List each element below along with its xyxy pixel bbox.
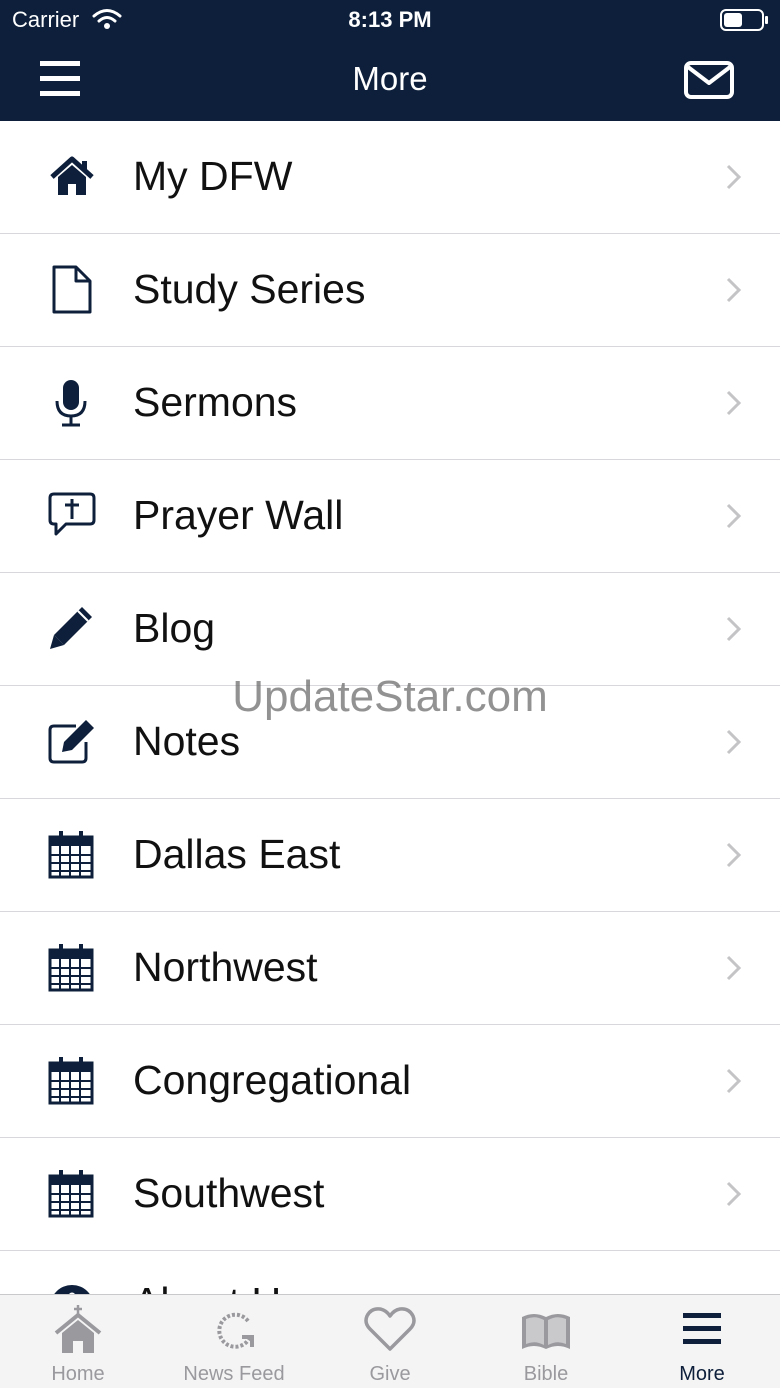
church-icon [48,1303,108,1355]
chevron-right-icon [724,1179,744,1209]
heart-icon [360,1303,420,1355]
calendar-icon [46,942,98,994]
menu-item-dallas-east[interactable]: Dallas East [0,799,780,912]
menu-item-label: My DFW [133,153,293,199]
tab-label: News Feed [183,1363,285,1385]
home-icon [46,151,98,203]
menu-item-notes[interactable]: Notes [0,686,780,799]
menu-item-my-dfw[interactable]: My DFW [0,121,780,234]
messages-button[interactable] [682,58,738,104]
chevron-right-icon [724,275,744,305]
status-bar: Carrier 8:13 PM [0,0,780,40]
tab-home[interactable]: Home [0,1295,156,1388]
envelope-icon [684,61,734,99]
tab-bar: Home News Feed Give Bible More [0,1294,780,1388]
menu-item-label: Congregational [133,1057,412,1103]
chevron-right-icon [724,501,744,531]
tab-label: More [679,1363,725,1385]
menu-item-sermons[interactable]: Sermons [0,347,780,460]
chevron-right-icon [724,727,744,757]
tab-more[interactable]: More [624,1295,780,1388]
menu-item-study-series[interactable]: Study Series [0,234,780,347]
tab-label: Home [51,1363,105,1385]
page-title: More [352,60,428,97]
menu-item-prayer-wall[interactable]: Prayer Wall [0,460,780,573]
menu-item-about-us[interactable]: About Us [0,1251,780,1294]
menu-item-label: Prayer Wall [133,492,344,538]
more-menu-list[interactable]: My DFW Study Series Sermons Prayer Wall … [0,121,780,1294]
tab-label: Give [369,1363,411,1385]
tab-label: Bible [523,1363,569,1385]
chevron-right-icon [724,162,744,192]
menu-item-label: Dallas East [133,831,341,877]
menu-item-southwest[interactable]: Southwest [0,1138,780,1251]
document-icon [46,264,98,316]
battery-icon [720,9,770,36]
menu-item-label: Northwest [133,944,318,990]
chevron-right-icon [724,1066,744,1096]
tab-give[interactable]: Give [312,1295,468,1388]
info-icon [46,1281,98,1294]
nav-bar: More [0,40,780,121]
chevron-right-icon [724,953,744,983]
menu-item-label: Sermons [133,379,298,425]
edit-note-icon [46,716,98,768]
tab-news-feed[interactable]: News Feed [156,1295,312,1388]
status-time: 8:13 PM [348,7,432,32]
tab-bible[interactable]: Bible [468,1295,624,1388]
menu-item-label: Blog [133,605,216,651]
calendar-icon [46,829,98,881]
prayer-chat-icon [46,490,98,542]
menu-item-blog[interactable]: Blog [0,573,780,686]
menu-item-label: About Us [133,1279,302,1294]
chevron-right-icon [724,614,744,644]
microphone-icon [46,377,98,429]
chevron-right-icon [724,388,744,418]
menu-item-label: Notes [133,718,241,764]
menu-item-label: Study Series [133,266,366,312]
menu-item-congregational[interactable]: Congregational [0,1025,780,1138]
menu-item-northwest[interactable]: Northwest [0,912,780,1025]
calendar-icon [46,1055,98,1107]
refresh-icon [204,1303,264,1355]
pencil-icon [46,603,98,655]
chevron-right-icon [724,840,744,870]
menu-item-label: Southwest [133,1170,325,1216]
menu-icon [672,1303,732,1355]
calendar-icon [46,1168,98,1220]
book-icon [516,1303,576,1355]
